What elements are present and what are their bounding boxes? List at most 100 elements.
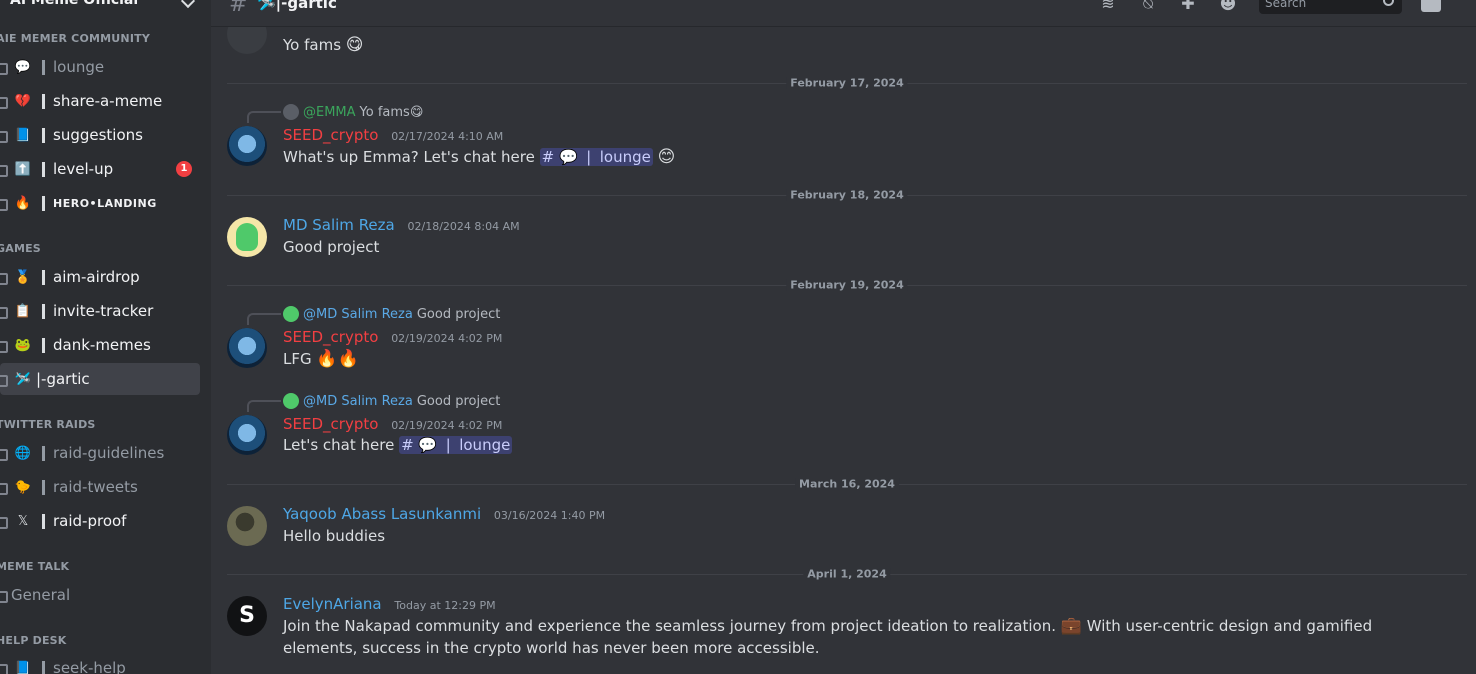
category-meme-talk[interactable]: MEME TALK	[0, 560, 69, 573]
divider-bar	[42, 660, 45, 674]
sidebar-item-raid-guidelines[interactable]: 🌐 raid-guidelines	[0, 437, 200, 469]
server-header[interactable]: AI Meme Official	[0, 0, 211, 22]
sidebar-item-invite-tracker[interactable]: 📋 invite-tracker	[0, 295, 200, 327]
date-divider: February 19, 2024	[227, 278, 1467, 292]
avatar[interactable]	[227, 27, 267, 54]
date-divider: February 17, 2024	[227, 76, 1467, 90]
author-name[interactable]: Yaqoob Abass Lasunkanmi	[283, 505, 481, 523]
sidebar-item-lounge[interactable]: 💬 lounge	[0, 51, 200, 83]
reply-connector	[247, 313, 281, 325]
channel-name: lounge	[53, 58, 105, 76]
yum-emoji: 😋	[409, 104, 424, 120]
category-help-desk[interactable]: HELP DESK	[0, 634, 67, 647]
sidebar-item-raid-proof[interactable]: 𝕏 raid-proof	[0, 505, 200, 537]
reply-preview[interactable]: @MD Salim Reza Good project	[283, 393, 500, 409]
reply-connector	[247, 111, 281, 123]
sidebar-item-suggestions[interactable]: 📘 suggestions	[0, 119, 200, 151]
date-divider: March 16, 2024	[227, 477, 1467, 491]
channel-icon	[0, 588, 8, 603]
reply-author: @MD Salim Reza	[303, 393, 413, 409]
channel-icon	[0, 372, 8, 387]
bell-muted-icon[interactable]: ⍉	[1137, 0, 1159, 14]
broken-heart-icon: 💔	[14, 93, 32, 109]
category-twitter-raids[interactable]: TWITTER RAIDS	[0, 418, 96, 431]
date-label: February 17, 2024	[786, 76, 908, 90]
pin-icon[interactable]: ✚	[1177, 0, 1199, 14]
divider-bar	[42, 303, 45, 319]
avatar[interactable]	[227, 415, 267, 455]
category-games[interactable]: GAMES	[0, 242, 41, 255]
divider-bar	[42, 269, 45, 285]
author-name[interactable]: EvelynAriana	[283, 595, 382, 613]
channel-header: # 🛩️|-gartic ≋ ⍉ ✚ ☻ Search	[211, 0, 1476, 27]
sidebar-item-raid-tweets[interactable]: 🐤 raid-tweets	[0, 471, 200, 503]
divider-bar	[42, 513, 45, 529]
channel-icon	[0, 338, 8, 353]
message-text: Yo fams	[283, 36, 342, 54]
message-header: EvelynAriana Today at 12:29 PM	[283, 595, 496, 613]
sidebar-item-level-up[interactable]: ⬆️ level-up 1	[0, 153, 200, 185]
medal-icon: 🏅	[14, 269, 32, 285]
sidebar-item-share-a-meme[interactable]: 💔 share-a-meme	[0, 85, 200, 117]
reply-avatar	[283, 104, 299, 120]
sidebar-item-seek-help[interactable]: 📘 seek-help	[0, 652, 200, 674]
sidebar-item-gartic[interactable]: 🛩️ |-gartic	[0, 363, 200, 395]
channel-icon	[0, 128, 8, 143]
bird-icon: 🐤	[14, 479, 32, 495]
channel-name: level-up	[53, 160, 114, 178]
avatar[interactable]	[227, 506, 267, 546]
reply-preview[interactable]: @MD Salim Reza Good project	[283, 306, 500, 322]
avatar[interactable]	[227, 217, 267, 257]
message-content: Yo fams 😋	[283, 35, 364, 55]
search-placeholder: Search	[1265, 0, 1307, 10]
channel-mention[interactable]: # 💬 ❘ lounge	[539, 148, 653, 166]
channel-sidebar: AI Meme Official AIE MEMER COMMUNITY 💬 l…	[0, 0, 211, 674]
message-text: Hello buddies	[283, 527, 386, 545]
channel-icon	[0, 514, 8, 529]
message-text: LFG	[283, 350, 312, 368]
channel-name: aim-airdrop	[53, 268, 140, 286]
briefcase-emoji: 💼	[1060, 616, 1082, 636]
channel-icon	[0, 480, 8, 495]
search-input[interactable]: Search	[1259, 0, 1402, 14]
avatar[interactable]	[227, 126, 267, 166]
divider-bar	[42, 93, 45, 109]
avatar[interactable]	[227, 596, 267, 636]
author-name[interactable]: SEED_crypto	[283, 328, 378, 346]
reply-avatar	[283, 393, 299, 409]
channel-name: |-gartic	[36, 370, 90, 388]
inbox-icon[interactable]	[1421, 0, 1441, 12]
author-name[interactable]: SEED_crypto	[283, 415, 378, 433]
sidebar-item-dank-memes[interactable]: 🐸 dank-memes	[0, 329, 200, 361]
divider-bar	[42, 479, 45, 495]
channel-icon	[0, 270, 8, 285]
divider-bar	[42, 445, 45, 461]
timestamp: 02/19/2024 4:02 PM	[391, 332, 503, 345]
author-name[interactable]: MD Salim Reza	[283, 216, 395, 234]
timestamp: 02/19/2024 4:02 PM	[391, 419, 503, 432]
clipboard-icon: 📋	[14, 303, 32, 319]
sidebar-item-aim-airdrop[interactable]: 🏅 aim-airdrop	[0, 261, 200, 293]
reply-preview[interactable]: @EMMA Yo fams 😋	[283, 104, 423, 120]
speech-bubble-icon: 💬	[14, 59, 32, 75]
channel-mention[interactable]: # 💬 ❘ lounge	[399, 436, 513, 454]
chevron-down-icon[interactable]	[180, 0, 196, 9]
message-header: Yaqoob Abass Lasunkanmi 03/16/2024 1:40 …	[283, 505, 605, 523]
reply-text: Yo fams	[359, 104, 410, 120]
threads-icon[interactable]: ≋	[1097, 0, 1119, 14]
date-label: February 19, 2024	[786, 278, 908, 292]
sidebar-item-general[interactable]: General	[0, 579, 200, 611]
channel-icon	[0, 661, 8, 674]
sidebar-item-hero-landing[interactable]: 🔥 HERO•LANDING	[0, 187, 200, 219]
channel-icon	[0, 446, 8, 461]
message-text: Join the Nakapad community and experienc…	[283, 617, 1056, 635]
channel-name: HERO•LANDING	[53, 196, 157, 210]
mention-badge: 1	[176, 161, 192, 177]
message-content: Let's chat here # 💬 ❘ lounge	[283, 436, 513, 454]
members-icon[interactable]: ☻	[1217, 0, 1239, 14]
category-memer-community[interactable]: AIE MEMER COMMUNITY	[0, 32, 150, 45]
author-name[interactable]: SEED_crypto	[283, 126, 378, 144]
hash-icon: #	[229, 0, 248, 17]
avatar[interactable]	[227, 328, 267, 368]
reply-author: @EMMA	[303, 104, 356, 120]
